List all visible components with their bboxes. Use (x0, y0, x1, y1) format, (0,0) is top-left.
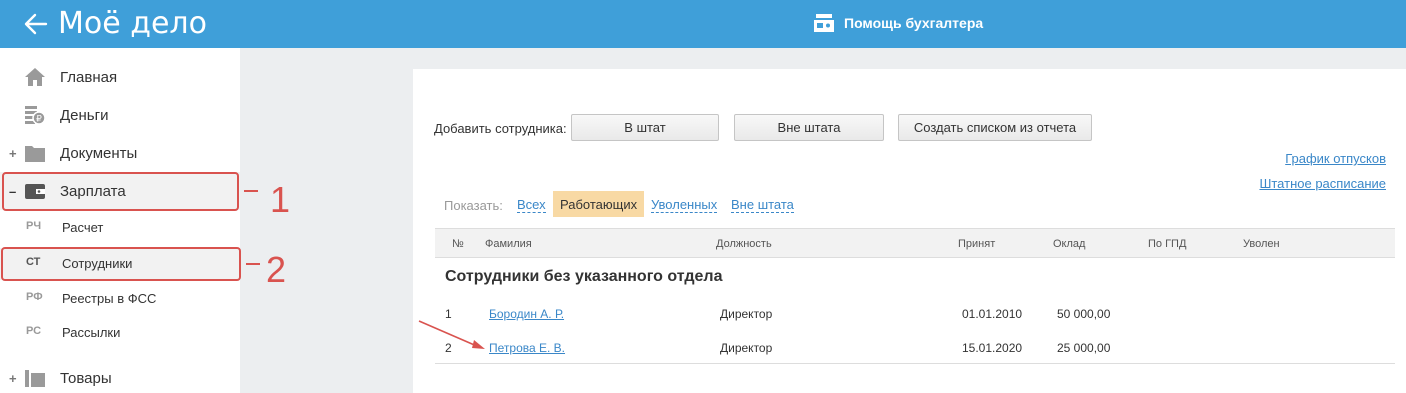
add-out-staff-button[interactable]: Вне штата (734, 114, 884, 141)
sidebar: Главная ₽ Деньги + Документы – Зарплата … (0, 48, 240, 393)
sidebar-item-label: Главная (60, 68, 118, 86)
expand-toggle[interactable]: + (9, 146, 17, 161)
top-bar: Моё дело Помощь бухгалтера (0, 0, 1406, 48)
subitem-abbr: РФ (26, 291, 43, 303)
annotation-number-2: 2 (266, 249, 287, 290)
subitem-label: Реестры в ФСС (62, 291, 157, 306)
cell-hired: 01.01.2010 (962, 307, 1023, 321)
sidebar-subitem-mailings[interactable]: РС Рассылки (0, 325, 240, 343)
column-gpd[interactable]: По ГПД (1148, 238, 1186, 250)
sidebar-item-documents[interactable]: + Документы (0, 142, 240, 164)
column-fired[interactable]: Уволен (1243, 238, 1280, 250)
cell-salary: 25 000,00 (1057, 341, 1111, 355)
employees-panel: Добавить сотрудника: В штат Вне штата Со… (413, 69, 1406, 393)
sidebar-item-money[interactable]: ₽ Деньги (0, 104, 240, 126)
subitem-abbr: РС (26, 325, 42, 337)
column-position[interactable]: Должность (716, 238, 772, 250)
annotation-number-1: 1 (270, 179, 291, 220)
home-icon (25, 68, 45, 86)
money-icon: ₽ (25, 106, 46, 125)
annotation-line-2 (246, 263, 260, 265)
staffing-table-link[interactable]: Штатное расписание (1259, 176, 1386, 191)
sidebar-item-home[interactable]: Главная (0, 66, 240, 88)
section-title: Сотрудники без указанного отдела (445, 268, 723, 285)
create-from-report-button[interactable]: Создать списком из отчета (898, 114, 1092, 141)
subitem-abbr: РЧ (26, 220, 42, 232)
cash-register-icon (814, 14, 834, 32)
column-hired[interactable]: Принят (958, 238, 995, 250)
annotation-box-1 (2, 172, 239, 211)
expand-toggle[interactable]: + (9, 371, 17, 386)
table-header: № Фамилия Должность Принят Оклад По ГПД … (435, 228, 1395, 258)
app-logo[interactable]: Моё дело (58, 6, 207, 41)
accountant-help-link[interactable]: Помощь бухгалтера (814, 12, 983, 34)
employee-name-link[interactable]: Бородин А. Р. (489, 307, 564, 321)
cell-position: Директор (720, 341, 773, 355)
sidebar-item-goods[interactable]: + Товары (0, 367, 240, 389)
helper-label: Помощь бухгалтера (844, 15, 984, 31)
folder-icon (25, 146, 45, 162)
back-arrow-icon[interactable] (22, 10, 50, 38)
sidebar-item-label: Товары (60, 369, 112, 387)
box-icon (25, 370, 45, 387)
add-in-staff-button[interactable]: В штат (571, 114, 719, 141)
subitem-label: Расчет (62, 220, 104, 235)
filter-all[interactable]: Всех (517, 198, 546, 213)
annotation-box-2 (1, 247, 241, 281)
annotation-line-1 (244, 190, 258, 192)
column-salary[interactable]: Оклад (1053, 238, 1085, 250)
column-number[interactable]: № (452, 238, 464, 250)
sidebar-item-label: Документы (60, 144, 138, 162)
column-surname[interactable]: Фамилия (485, 238, 532, 250)
employee-name-link[interactable]: Петрова Е. В. (489, 341, 565, 355)
add-employee-label: Добавить сотрудника: (434, 121, 567, 136)
svg-text:₽: ₽ (36, 114, 42, 124)
sidebar-subitem-fss-registers[interactable]: РФ Реестры в ФСС (0, 291, 240, 309)
vacation-schedule-link[interactable]: График отпусков (1285, 151, 1386, 166)
cell-salary: 50 000,00 (1057, 307, 1111, 321)
subitem-label: Рассылки (62, 325, 121, 340)
cell-position: Директор (720, 307, 773, 321)
filter-out-staff[interactable]: Вне штата (731, 198, 794, 213)
filter-working[interactable]: Работающих (553, 191, 645, 217)
show-filter-label: Показать: (444, 198, 503, 213)
annotation-arrow-icon (418, 320, 485, 349)
sidebar-subitem-calculation[interactable]: РЧ Расчет (0, 220, 240, 238)
table-bottom-divider (435, 363, 1395, 364)
filter-fired[interactable]: Уволенных (651, 198, 718, 213)
sidebar-item-label: Деньги (60, 106, 109, 124)
cell-hired: 15.01.2020 (962, 341, 1023, 355)
